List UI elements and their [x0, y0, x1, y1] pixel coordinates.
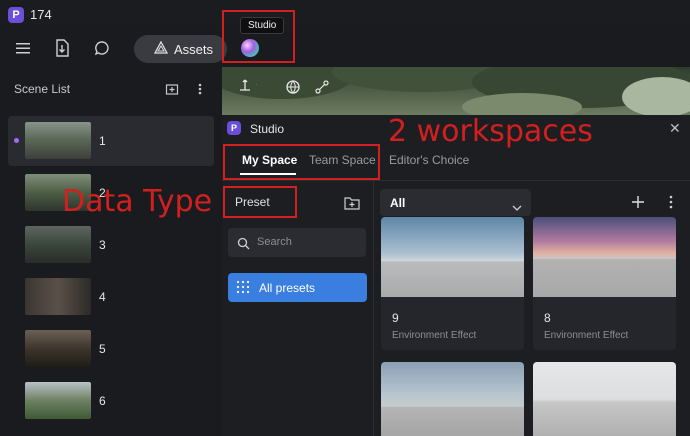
- scene-thumbnail: [25, 330, 91, 367]
- title-bar: [0, 0, 690, 30]
- more-options-icon[interactable]: [669, 195, 673, 214]
- scene-thumbnail: [25, 382, 91, 419]
- move-tool-icon[interactable]: [237, 76, 257, 96]
- app-logo: P: [8, 7, 24, 23]
- scene-thumbnail: [25, 278, 91, 315]
- preset-card[interactable]: 9 Environment Effect: [381, 217, 524, 350]
- tab-editors-choice[interactable]: Editor's Choice: [389, 153, 469, 167]
- scene-number: 1: [99, 134, 106, 148]
- more-options-icon[interactable]: [190, 79, 210, 99]
- assets-button[interactable]: Assets: [134, 35, 227, 63]
- add-icon[interactable]: [631, 195, 645, 214]
- studio-logo-icon: P: [227, 121, 241, 135]
- new-folder-icon[interactable]: [342, 193, 362, 213]
- grid-icon: [236, 280, 250, 299]
- globe-icon[interactable]: [283, 77, 303, 97]
- preset-card[interactable]: [533, 362, 676, 436]
- scene-number: 3: [99, 238, 106, 252]
- scene-item-1[interactable]: 1: [8, 116, 214, 166]
- preset-number: 9: [392, 311, 399, 325]
- divider: [222, 180, 690, 181]
- preset-card[interactable]: 8 Environment Effect: [533, 217, 676, 350]
- scene-list-title: Scene List: [14, 82, 71, 96]
- divider: [373, 181, 374, 436]
- menu-icon[interactable]: [13, 38, 33, 58]
- annotation-workspaces: 2 workspaces: [388, 114, 593, 149]
- annotation-box-data-type: [223, 186, 297, 218]
- preset-number: 8: [544, 311, 551, 325]
- filter-value: All: [390, 196, 406, 210]
- scene-item-6[interactable]: 6: [8, 376, 214, 426]
- scene-item-5[interactable]: 5: [8, 324, 214, 374]
- preset-type: Environment Effect: [392, 330, 477, 341]
- search-placeholder: Search: [257, 236, 292, 248]
- scene-number: 6: [99, 394, 106, 408]
- studio-title: Studio: [250, 122, 285, 136]
- scene-thumbnail: [25, 226, 91, 263]
- preset-thumbnail: [381, 362, 524, 436]
- chevron-down-icon: [512, 199, 522, 217]
- preset-thumbnail: [533, 362, 676, 436]
- import-icon[interactable]: [52, 38, 72, 58]
- app-title: 174: [30, 7, 52, 22]
- path-tool-icon[interactable]: [312, 77, 332, 97]
- assets-label: Assets: [174, 41, 214, 57]
- scene-item-4[interactable]: 4: [8, 272, 214, 322]
- search-icon: [233, 233, 253, 253]
- annotation-data-type: Data Type: [62, 184, 213, 219]
- assets-icon: [153, 40, 169, 58]
- scene-number: 5: [99, 342, 106, 356]
- preset-thumbnail: [533, 217, 676, 297]
- scene-thumbnail: [25, 122, 91, 159]
- active-indicator: [14, 138, 19, 143]
- annotation-box-workspaces: [223, 144, 380, 180]
- close-icon[interactable]: ✕: [669, 120, 681, 137]
- scene-number: 4: [99, 290, 106, 304]
- annotation-box-studio: [222, 10, 295, 63]
- preset-card[interactable]: [381, 362, 524, 436]
- preset-type: Environment Effect: [544, 330, 629, 341]
- all-presets-label: All presets: [259, 281, 316, 295]
- preset-thumbnail: [381, 217, 524, 297]
- add-scene-icon[interactable]: [162, 79, 182, 99]
- scene-item-3[interactable]: 3: [8, 220, 214, 270]
- chat-icon[interactable]: [92, 38, 112, 58]
